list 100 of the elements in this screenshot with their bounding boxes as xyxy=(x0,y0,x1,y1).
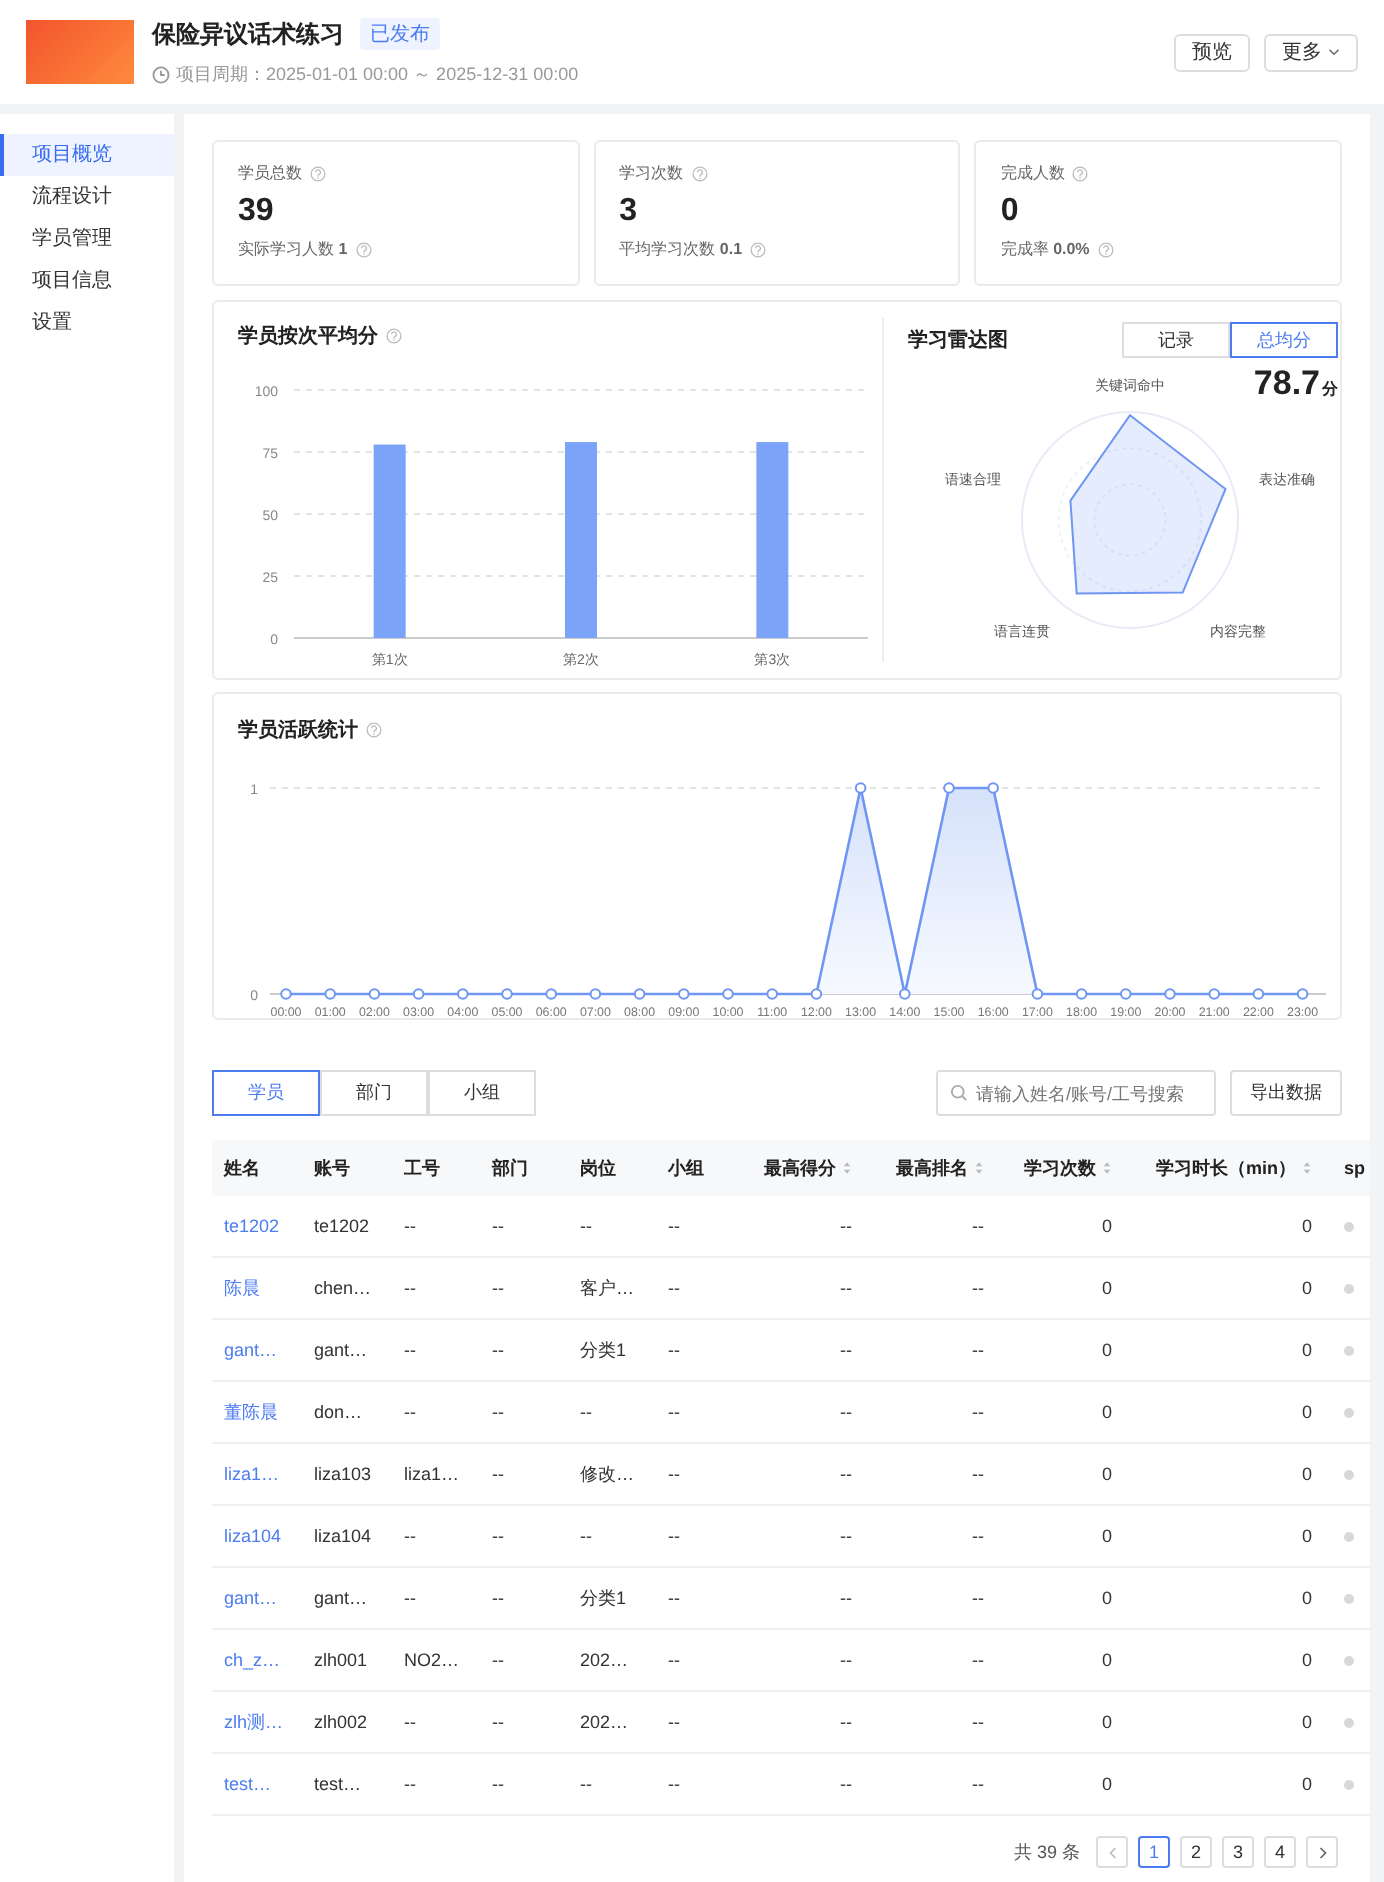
table-cell: 0 xyxy=(1101,1402,1112,1422)
student-name-link[interactable]: 陈晨 xyxy=(224,1275,260,1301)
table-cell: -- xyxy=(492,1588,504,1608)
table-cell: NO2… xyxy=(404,1650,460,1670)
table-cell: 0 xyxy=(1101,1526,1112,1546)
sidebar-item[interactable]: 学员管理 xyxy=(0,218,174,260)
stat-detail: 平均学习次数 0.1 xyxy=(619,238,743,260)
next-page-button[interactable] xyxy=(1306,1836,1338,1868)
column-header: 部门 xyxy=(492,1155,528,1181)
table-cell: 0 xyxy=(1101,1650,1112,1670)
data-point xyxy=(943,782,955,794)
table-cell: 0 xyxy=(1101,1712,1112,1732)
status-dot-icon xyxy=(1344,1717,1354,1727)
table-cell: -- xyxy=(492,1526,504,1546)
sort-icon[interactable] xyxy=(1102,1160,1112,1176)
table-cell: -- xyxy=(404,1526,416,1546)
sidebar-item[interactable]: 设置 xyxy=(0,302,174,344)
student-name-link[interactable]: zlh测… xyxy=(224,1709,284,1735)
export-button[interactable]: 导出数据 xyxy=(1230,1070,1342,1116)
view-tab[interactable]: 小组 xyxy=(428,1070,536,1116)
table-cell: -- xyxy=(668,1650,680,1670)
data-point xyxy=(633,988,646,1000)
table-cell: 0 xyxy=(1101,1278,1112,1298)
status-dot-icon xyxy=(1344,1469,1354,1479)
page-button[interactable]: 1 xyxy=(1138,1836,1170,1868)
chart-title: 学员按次平均分 xyxy=(238,323,378,350)
table-cell: 0 xyxy=(1301,1588,1312,1608)
table-cell: -- xyxy=(840,1340,852,1360)
sidebar-item[interactable]: 项目信息 xyxy=(0,260,174,302)
table-cell: -- xyxy=(580,1526,592,1546)
help-icon xyxy=(366,722,382,738)
table-cell: 0 xyxy=(1101,1588,1112,1608)
preview-button[interactable]: 预览 xyxy=(1174,33,1250,71)
clock-icon xyxy=(152,65,170,83)
sidebar-item[interactable]: 项目概览 xyxy=(0,134,174,176)
table-cell: -- xyxy=(492,1402,504,1422)
table-cell: chen… xyxy=(314,1278,372,1298)
status-dot-icon xyxy=(1344,1531,1354,1541)
data-point xyxy=(501,988,513,1000)
page-button[interactable]: 4 xyxy=(1264,1836,1296,1868)
help-icon xyxy=(355,241,372,257)
column-header: 最高得分 xyxy=(764,1155,836,1181)
sort-icon[interactable] xyxy=(1302,1160,1312,1176)
student-name-link[interactable]: gant… xyxy=(224,1588,278,1608)
table-cell: -- xyxy=(492,1774,504,1794)
table-cell: -- xyxy=(492,1464,504,1484)
data-point xyxy=(766,988,778,1000)
more-button[interactable]: 更多 xyxy=(1264,33,1358,71)
view-tab[interactable]: 学员 xyxy=(212,1070,320,1116)
view-tab[interactable]: 部门 xyxy=(320,1070,428,1116)
table-cell: -- xyxy=(492,1340,504,1360)
table-cell: -- xyxy=(972,1650,984,1670)
table-cell: 0 xyxy=(1301,1464,1312,1484)
stat-label: 学员总数 xyxy=(238,162,302,184)
table-cell: -- xyxy=(840,1526,852,1546)
table-cell: zlh002 xyxy=(314,1712,368,1732)
data-point xyxy=(412,988,425,1000)
sidebar-item[interactable]: 流程设计 xyxy=(0,176,174,218)
table-cell: 0 xyxy=(1301,1216,1312,1236)
view-toggle[interactable]: 记录 xyxy=(1122,322,1230,358)
table-cell: -- xyxy=(972,1712,984,1732)
table-cell: 0 xyxy=(1101,1774,1112,1794)
data-point xyxy=(722,988,734,1000)
data-point xyxy=(854,782,867,794)
student-name-link[interactable]: ch_z… xyxy=(224,1650,281,1670)
student-name-link[interactable]: gant… xyxy=(224,1340,278,1360)
table-cell: 修改… xyxy=(580,1461,634,1487)
help-icon xyxy=(750,241,767,257)
table-cell: -- xyxy=(580,1402,592,1422)
page-button[interactable]: 3 xyxy=(1222,1836,1254,1868)
table-cell: -- xyxy=(404,1278,416,1298)
table-cell: -- xyxy=(404,1774,416,1794)
student-name-link[interactable]: test… xyxy=(224,1774,272,1794)
data-point xyxy=(899,988,911,1000)
table-cell: 0 xyxy=(1301,1278,1312,1298)
student-name-link[interactable]: liza1… xyxy=(224,1464,280,1484)
table-cell: -- xyxy=(972,1464,984,1484)
sort-icon[interactable] xyxy=(842,1160,852,1176)
status-badge: 已发布 xyxy=(360,18,440,50)
sort-icon[interactable] xyxy=(974,1160,984,1176)
average-score: 78.7 xyxy=(1253,364,1320,402)
previous-page-button[interactable] xyxy=(1096,1836,1128,1868)
column-header: 学习时长（min） xyxy=(1155,1155,1296,1181)
project-cover-image xyxy=(26,20,134,84)
search-field[interactable]: 请输入姓名/账号/工号搜索 xyxy=(936,1070,1216,1116)
stat-label: 完成人数 xyxy=(1000,162,1065,184)
total-count: 共 39 条 xyxy=(1013,1839,1080,1865)
page-button[interactable]: 2 xyxy=(1180,1836,1212,1868)
table-cell: -- xyxy=(840,1774,852,1794)
student-name-link[interactable]: te1202 xyxy=(224,1216,280,1236)
column-header: 姓名 xyxy=(224,1155,260,1181)
data-point xyxy=(280,988,292,1000)
table-cell: -- xyxy=(840,1588,852,1608)
view-toggle[interactable]: 总均分 xyxy=(1230,322,1338,358)
table-cell: 0 xyxy=(1101,1340,1112,1360)
student-name-link[interactable]: liza104 xyxy=(224,1526,282,1546)
stat-value: 39 xyxy=(238,194,276,230)
table-cell: -- xyxy=(492,1712,504,1732)
student-name-link[interactable]: 董陈晨 xyxy=(224,1399,278,1425)
table-cell: -- xyxy=(668,1340,680,1360)
